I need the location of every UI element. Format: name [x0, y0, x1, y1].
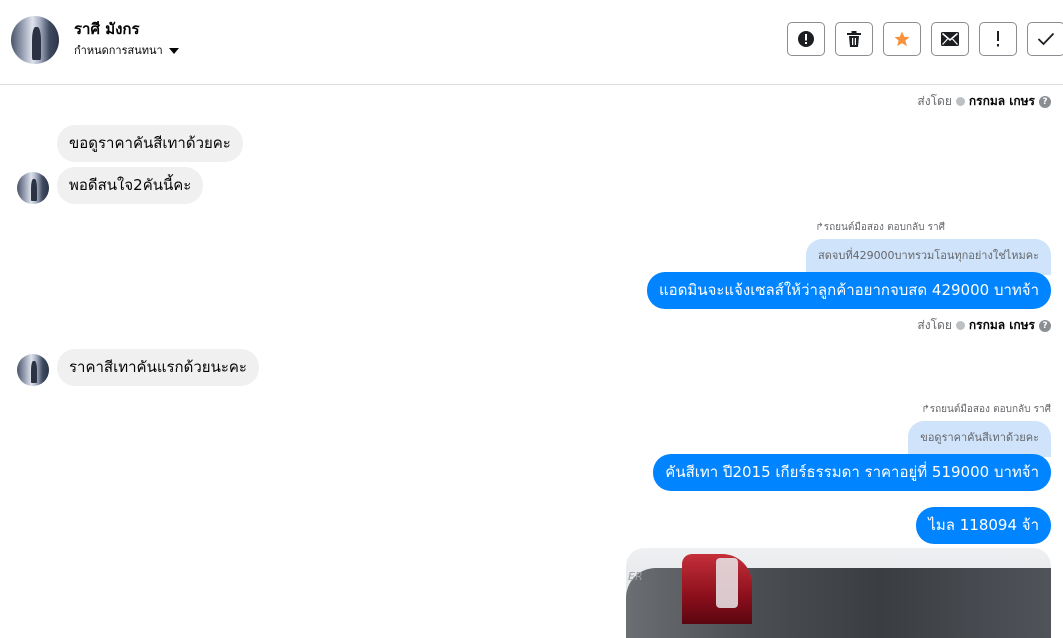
delete-button[interactable]: [835, 22, 873, 56]
incoming-message[interactable]: ขอดูราคาคันสีเทาด้วยคะ: [57, 125, 243, 162]
page-badge-icon: [955, 321, 965, 330]
reply-header: ↱รถยนต์มือสอง ตอบกลับ ราศี: [815, 222, 945, 233]
quoted-message[interactable]: ขอดูราคาคันสีเทาด้วยคะ: [908, 421, 1051, 457]
contact-avatar-small[interactable]: [17, 172, 49, 204]
check-icon: [1037, 32, 1055, 46]
trash-icon: [847, 31, 861, 47]
star-button[interactable]: [883, 22, 921, 56]
help-icon[interactable]: ?: [1039, 95, 1051, 108]
mark-done-button[interactable]: [1027, 22, 1063, 56]
contact-avatar[interactable]: [11, 16, 59, 64]
sender-name[interactable]: กรกมล เกษร: [969, 92, 1035, 111]
conversation-header: ราศี มังกร กำหนดการสนทนา: [0, 0, 1063, 85]
reply-arrow-icon: ↱: [815, 222, 824, 233]
sent-by-label: ส่งโดย กรกมล เกษร ?: [917, 316, 1051, 335]
help-icon[interactable]: ?: [1039, 319, 1051, 332]
alert-circle-icon: [798, 31, 814, 47]
sender-name[interactable]: กรกมล เกษร: [969, 316, 1035, 335]
outgoing-message[interactable]: แอดมินจะแจ้งเซลส์ให้ว่าลูกค้าอยากจบสด 42…: [647, 272, 1051, 309]
reply-header: ↱รถยนต์มือสอง ตอบกลับ ราศี: [921, 404, 1051, 415]
conversation-settings-label: กำหนดการสนทนา: [74, 44, 163, 57]
incoming-message[interactable]: พอดีสนใจ2คันนี้คะ: [57, 167, 204, 204]
car-photo-attachment[interactable]: ER: [626, 548, 1051, 638]
caret-down-icon: [168, 47, 179, 54]
report-button[interactable]: [787, 22, 825, 56]
mark-important-button[interactable]: [979, 22, 1017, 56]
sent-by-label: ส่งโดย กรกมล เกษร ?: [917, 92, 1051, 111]
quoted-message[interactable]: สดจบที่429000บาทรวมโอนทุกอย่างใช่ไหมคะ: [806, 239, 1051, 275]
mark-unread-button[interactable]: [931, 22, 969, 56]
contact-avatar-small[interactable]: [17, 354, 49, 386]
contact-name[interactable]: ราศี มังกร: [74, 17, 140, 41]
conversation-settings-dropdown[interactable]: กำหนดการสนทนา: [74, 41, 179, 59]
outgoing-message[interactable]: ไมล 118094 จ้า: [916, 507, 1051, 544]
reply-arrow-icon: ↱: [921, 404, 930, 415]
star-icon: [894, 31, 910, 47]
envelope-icon: [941, 32, 959, 46]
outgoing-message[interactable]: คันสีเทา ปี2015 เกียร์ธรรมดา ราคาอยู่ที่…: [653, 454, 1051, 491]
page-badge-icon: [955, 97, 965, 106]
incoming-message[interactable]: ราคาสีเทาคันแรกด้วยนะคะ: [57, 349, 259, 386]
exclamation-icon: [997, 31, 999, 47]
